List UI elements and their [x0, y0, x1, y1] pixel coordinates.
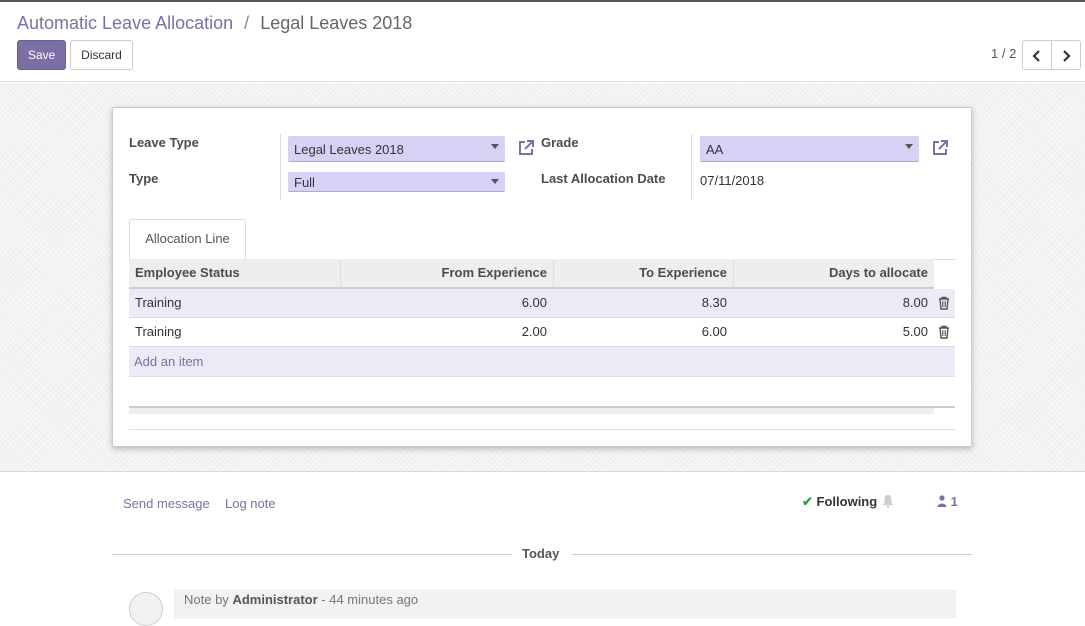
- column-header-from-experience[interactable]: From Experience: [340, 259, 553, 289]
- cell-days-to-allocate: 5.00: [902, 324, 928, 339]
- column-header-days-to-allocate[interactable]: Days to allocate: [733, 259, 934, 289]
- chevron-right-icon: [1063, 50, 1071, 62]
- grade-select[interactable]: AA: [700, 136, 919, 162]
- today-divider-right: [572, 554, 972, 555]
- save-button[interactable]: Save: [17, 40, 66, 70]
- leave-type-label: Leave Type: [129, 135, 199, 150]
- external-link-icon[interactable]: [516, 138, 536, 158]
- trash-icon[interactable]: [937, 325, 951, 339]
- breadcrumb: Automatic Leave Allocation / Legal Leave…: [17, 13, 412, 34]
- leave-type-select[interactable]: Legal Leaves 2018: [288, 136, 505, 162]
- pager-next-button[interactable]: [1051, 40, 1081, 70]
- leave-type-value: Legal Leaves 2018: [294, 142, 404, 157]
- breadcrumb-separator: /: [244, 13, 250, 33]
- discard-button[interactable]: Discard: [70, 40, 133, 70]
- field-divider: [691, 134, 692, 200]
- field-divider: [280, 134, 281, 200]
- dropdown-caret-icon: [491, 179, 499, 184]
- avatar[interactable]: [129, 592, 163, 626]
- type-value: Full: [294, 175, 315, 190]
- cell-to-experience: 8.30: [701, 295, 727, 310]
- followers-button[interactable]: 1: [937, 494, 958, 509]
- message-note: Note by Administrator - 44 minutes ago: [174, 589, 956, 619]
- column-header-employee-status[interactable]: Employee Status: [129, 259, 340, 289]
- table-row[interactable]: Training 2.00 6.00 5.00: [129, 318, 955, 347]
- table-footer: [129, 406, 934, 414]
- column-header-to-experience[interactable]: To Experience: [553, 259, 733, 289]
- following-label: Following: [816, 494, 878, 509]
- grade-label: Grade: [541, 135, 579, 150]
- followers-count: 1: [950, 494, 958, 509]
- tab-allocation-line[interactable]: Allocation Line: [129, 219, 246, 260]
- pager-value[interactable]: 1 / 2: [991, 46, 1016, 61]
- user-icon: [937, 495, 947, 507]
- cell-from-experience: 2.00: [521, 324, 547, 339]
- bell-icon[interactable]: [882, 494, 894, 508]
- form-sheet: Leave Type Type Legal Leaves 2018 Full G…: [112, 107, 972, 447]
- cell-employee-status: Training: [135, 295, 182, 310]
- table-row[interactable]: Training 6.00 8.30 8.00: [129, 289, 955, 318]
- breadcrumb-current: Legal Leaves 2018: [260, 13, 413, 33]
- following-button[interactable]: ✔ Following: [802, 494, 877, 510]
- chevron-left-icon: [1032, 50, 1040, 62]
- log-note-button[interactable]: Log note: [225, 496, 276, 511]
- grade-value: AA: [706, 142, 724, 157]
- last-allocation-date-label: Last Allocation Date: [541, 171, 666, 186]
- last-allocation-date-value[interactable]: 07/11/2018: [700, 173, 764, 188]
- external-link-icon[interactable]: [930, 138, 950, 158]
- pager-previous-button[interactable]: [1022, 40, 1052, 70]
- send-message-button[interactable]: Send message: [123, 496, 210, 511]
- today-label: Today: [522, 546, 560, 561]
- type-select[interactable]: Full: [288, 172, 505, 192]
- add-item-link[interactable]: Add an item: [134, 354, 203, 369]
- cell-from-experience: 6.00: [521, 295, 547, 310]
- breadcrumb-parent-link[interactable]: Automatic Leave Allocation: [17, 13, 233, 33]
- control-panel: Automatic Leave Allocation / Legal Leave…: [0, 2, 1085, 82]
- cell-to-experience: 6.00: [701, 324, 727, 339]
- check-icon: ✔: [802, 494, 813, 509]
- sheet-separator: [129, 429, 955, 430]
- dropdown-caret-icon: [491, 144, 499, 149]
- dropdown-caret-icon: [905, 144, 913, 149]
- cell-employee-status: Training: [135, 324, 182, 339]
- today-divider-left: [112, 554, 512, 555]
- cell-days-to-allocate: 8.00: [902, 295, 928, 310]
- type-label: Type: [129, 171, 159, 186]
- trash-icon[interactable]: [937, 296, 951, 310]
- add-item-row: Add an item: [129, 347, 955, 377]
